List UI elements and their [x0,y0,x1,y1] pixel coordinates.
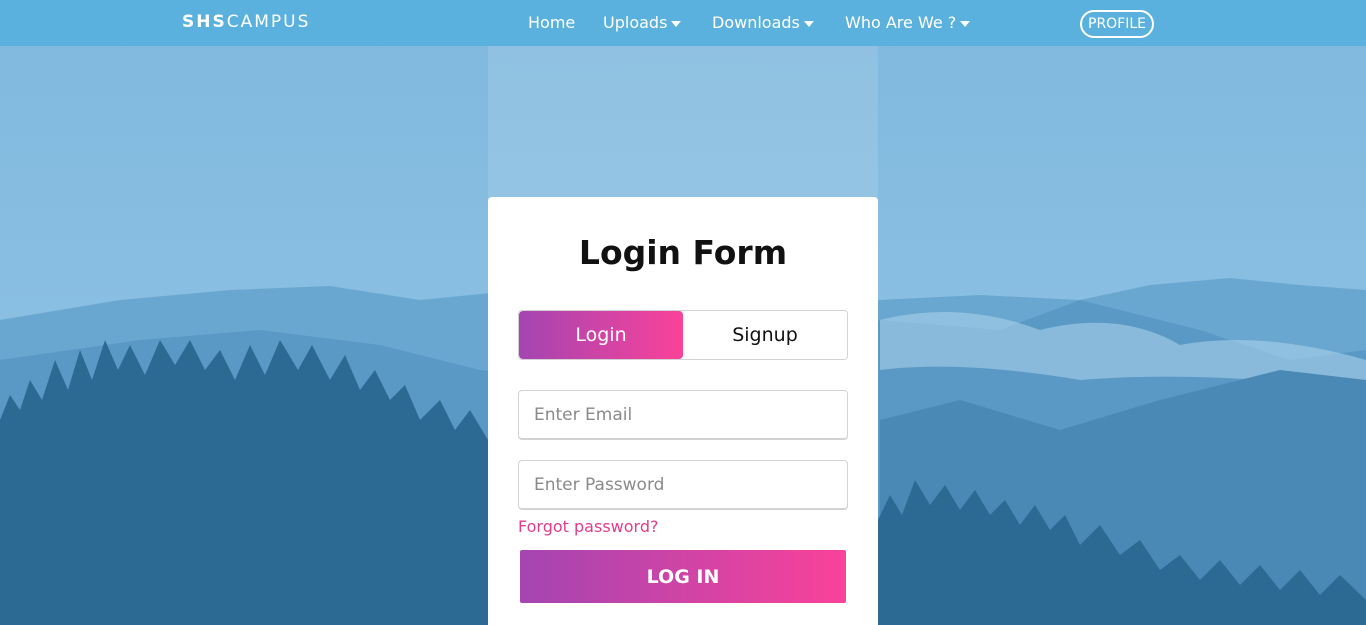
caret-down-icon [960,20,971,27]
brand-light-text: CAMPUS [226,12,311,32]
nav-who-label: Who Are We ? [845,13,957,32]
brand-bold-text: SHS [182,12,227,32]
tab-signup[interactable]: Signup [683,311,847,359]
login-button[interactable]: LOG IN [520,550,846,603]
nav-home-label: Home [528,13,576,32]
top-navbar: SHSCAMPUS Home Uploads Downloads Who Are… [0,0,1366,46]
login-signup-switch: Login Signup [518,310,848,360]
login-card: Login Form Login Signup Forgot password?… [488,197,878,625]
tab-login[interactable]: Login [519,311,683,359]
nav-home[interactable]: Home [528,13,575,32]
nav-uploads[interactable]: Uploads [603,13,682,32]
caret-down-icon [803,20,814,27]
profile-button[interactable]: PROFILE [1080,10,1155,38]
caret-down-icon [671,20,682,27]
nav-downloads-label: Downloads [712,13,800,32]
form-title: Login Form [578,233,788,272]
nav-uploads-label: Uploads [603,13,668,32]
nav-downloads[interactable]: Downloads [712,13,814,32]
nav-who-are-we[interactable]: Who Are We ? [845,13,971,32]
brand-logo[interactable]: SHSCAMPUS [182,12,310,32]
email-field[interactable] [518,390,848,440]
password-field[interactable] [518,460,848,510]
forgot-password-link[interactable]: Forgot password? [518,517,658,536]
